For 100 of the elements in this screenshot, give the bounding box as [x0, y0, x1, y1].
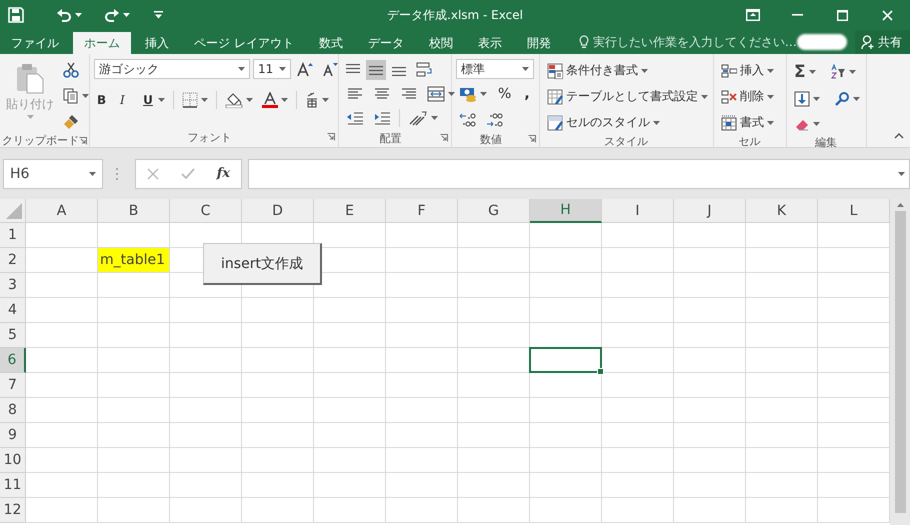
- column-header[interactable]: E: [314, 199, 386, 223]
- minimize-icon[interactable]: [792, 14, 803, 16]
- save-icon[interactable]: [8, 7, 24, 23]
- dialog-launcher-icon[interactable]: [79, 136, 87, 144]
- cell-cursor[interactable]: [529, 347, 602, 373]
- row-header[interactable]: 2: [0, 248, 26, 273]
- column-header[interactable]: I: [602, 199, 674, 223]
- font-size-dropdown[interactable]: 11: [253, 59, 291, 79]
- caret-icon: [853, 97, 860, 101]
- caret-icon: [641, 68, 648, 72]
- collapse-ribbon-icon[interactable]: [894, 133, 904, 139]
- group-label: クリップボード: [2, 133, 79, 148]
- font-name-dropdown[interactable]: 游ゴシック: [94, 59, 250, 79]
- row-header[interactable]: 4: [0, 298, 26, 323]
- ribbon-tab[interactable]: 校閲: [418, 32, 464, 54]
- comma-style-button[interactable]: ,: [519, 85, 535, 103]
- caret-icon: [808, 70, 816, 74]
- row-header[interactable]: 11: [0, 473, 26, 498]
- row-header[interactable]: 8: [0, 398, 26, 423]
- ribbon-tab[interactable]: ホーム: [73, 32, 131, 54]
- row-header[interactable]: 9: [0, 423, 26, 448]
- row-header[interactable]: 12: [0, 498, 26, 523]
- top-align-icon: [346, 64, 360, 73]
- lightbulb-icon: [578, 35, 589, 49]
- row-header[interactable]: 6: [0, 348, 26, 373]
- row-header[interactable]: 10: [0, 448, 26, 473]
- name-box[interactable]: H6: [3, 158, 103, 188]
- column-header[interactable]: A: [26, 199, 98, 223]
- ribbon-tab[interactable]: 開発: [516, 32, 562, 54]
- group-label: 編集: [814, 135, 838, 150]
- close-icon[interactable]: [882, 10, 893, 20]
- share-button[interactable]: 共有: [855, 30, 910, 54]
- customize-menu-icon[interactable]: [154, 11, 163, 19]
- scissors-icon: [63, 62, 79, 78]
- row-header[interactable]: 5: [0, 323, 26, 348]
- row-header[interactable]: 1: [0, 223, 26, 248]
- column-header[interactable]: L: [818, 199, 890, 223]
- caret-icon: [158, 98, 165, 102]
- format-as-table-button[interactable]: テーブルとして書式設定: [544, 85, 711, 108]
- autosum-button[interactable]: Σ: [791, 59, 819, 85]
- form-button[interactable]: insert文作成: [203, 243, 322, 285]
- middle-align-button[interactable]: [366, 60, 386, 80]
- row-header[interactable]: 3: [0, 273, 26, 298]
- caret-icon: [767, 68, 774, 72]
- column-header[interactable]: G: [458, 199, 530, 223]
- column-header[interactable]: B: [98, 199, 170, 223]
- column-header[interactable]: C: [170, 199, 242, 223]
- window-title: データ作成.xlsm - Excel: [386, 6, 524, 24]
- decrease-font-size-icon: [322, 62, 338, 76]
- group-label: フォント: [186, 130, 232, 144]
- maximize-icon[interactable]: [837, 10, 848, 20]
- percent-style-button[interactable]: %: [493, 85, 516, 103]
- undo-icon: [56, 8, 72, 22]
- indent-icon: [373, 110, 391, 126]
- font-color-button[interactable]: [259, 89, 291, 111]
- insert-cells-button[interactable]: 挿入: [718, 59, 777, 82]
- italic-button[interactable]: I: [117, 90, 135, 110]
- insert-function-button[interactable]: fx: [216, 166, 230, 181]
- search-icon: [834, 91, 850, 107]
- tell-me-field[interactable]: 実行したい作業を入力してください…: [578, 30, 797, 54]
- caret-icon: [123, 13, 130, 17]
- ribbon-tab[interactable]: データ: [356, 32, 415, 54]
- column-header[interactable]: K: [746, 199, 818, 223]
- outdent-icon: [346, 110, 364, 126]
- caret-icon: [322, 98, 329, 102]
- dialog-launcher-icon[interactable]: [327, 133, 335, 141]
- caret-icon: [848, 70, 856, 74]
- dialog-launcher-icon[interactable]: [440, 134, 448, 142]
- caret-icon: [82, 94, 89, 98]
- column-header[interactable]: J: [674, 199, 746, 223]
- format-cells-button[interactable]: 書式: [718, 111, 777, 134]
- dialog-launcher-icon[interactable]: [528, 135, 536, 143]
- conditional-formatting-icon: [547, 62, 563, 78]
- ribbon-display-options-icon[interactable]: [746, 9, 760, 21]
- bold-button[interactable]: B: [94, 90, 114, 110]
- delete-cells-button[interactable]: 削除: [718, 85, 777, 108]
- font-color-icon: [262, 92, 278, 108]
- caret-icon: [448, 92, 455, 96]
- ribbon-tab[interactable]: 挿入: [134, 32, 180, 54]
- text-angle-icon: [408, 110, 428, 126]
- vertical-scrollbar[interactable]: [890, 199, 910, 525]
- row-header[interactable]: 7: [0, 373, 26, 398]
- table-cell: m_table1: [98, 248, 169, 272]
- cell-styles-button[interactable]: セルのスタイル: [544, 111, 711, 134]
- redo-button[interactable]: [102, 6, 132, 24]
- caret-icon: [431, 116, 438, 120]
- column-header[interactable]: F: [386, 199, 458, 223]
- caret-icon: [480, 92, 487, 96]
- ribbon-tab[interactable]: 数式: [308, 32, 354, 54]
- ribbon-tab[interactable]: ページ レイアウト: [183, 32, 305, 54]
- number-format-dropdown[interactable]: 標準: [456, 59, 534, 79]
- column-header[interactable]: H: [530, 199, 602, 223]
- group-label: スタイル: [603, 134, 649, 149]
- conditional-formatting-button[interactable]: 条件付き書式: [544, 59, 711, 82]
- underline-button[interactable]: U: [138, 90, 168, 110]
- column-header[interactable]: D: [242, 199, 314, 223]
- paint-bucket-icon: [225, 92, 243, 108]
- ribbon-tab[interactable]: ファイル: [0, 32, 70, 54]
- formula-input[interactable]: [248, 158, 910, 188]
- ribbon-tab[interactable]: 表示: [466, 32, 513, 54]
